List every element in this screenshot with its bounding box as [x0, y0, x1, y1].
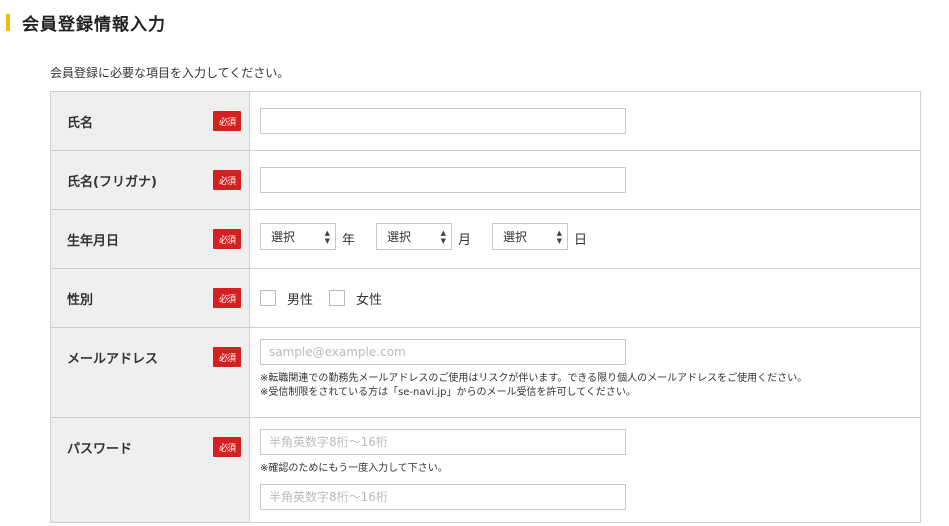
required-badge: 必須: [213, 347, 241, 367]
updown-arrows-icon: ▲ ▼: [324, 229, 330, 245]
name-label: 氏名: [67, 116, 94, 131]
row-birthday: 生年月日 必須 選択 ▲ ▼ 年 選択 ▲ ▼ 月 選択 ▲ ▼ 日: [51, 210, 920, 269]
label-cell: 氏名 必須: [51, 92, 250, 150]
row-name: 氏名 必須: [51, 92, 920, 151]
field-cell: [250, 151, 920, 209]
updown-arrows-icon: ▲ ▼: [556, 229, 562, 245]
birth-month-value: 選択: [387, 230, 412, 244]
field-cell: [250, 92, 920, 150]
row-password: パスワード 必須 ※確認のためにもう一度入力して下さい。: [51, 418, 920, 523]
row-gender: 性別 必須 男性 女性: [51, 269, 920, 328]
field-cell: 選択 ▲ ▼ 年 選択 ▲ ▼ 月 選択 ▲ ▼ 日: [250, 210, 920, 268]
birth-day-value: 選択: [503, 230, 528, 244]
day-unit: 日: [574, 233, 588, 248]
header-accent-bar: [6, 13, 10, 31]
required-badge: 必須: [213, 288, 241, 308]
birthday-label: 生年月日: [67, 234, 120, 249]
female-checkbox[interactable]: [329, 290, 345, 306]
page-title: 会員登録情報入力: [22, 14, 166, 35]
month-unit: 月: [458, 233, 472, 248]
row-kana: 氏名(フリガナ) 必須: [51, 151, 920, 210]
field-cell: ※転職関連での勤務先メールアドレスのご使用はリスクが伴います。できる限り個人のメ…: [250, 328, 920, 417]
kana-label: 氏名(フリガナ): [67, 175, 157, 190]
field-cell: 男性 女性: [250, 269, 920, 327]
email-input[interactable]: [260, 339, 626, 365]
registration-form: 氏名 必須 氏名(フリガナ) 必須 生年月日 必須 選択 ▲ ▼ 年 選択 ▲ …: [50, 91, 921, 523]
label-cell: メールアドレス 必須: [51, 328, 250, 417]
password-input[interactable]: [260, 429, 626, 455]
section-header: 会員登録情報入力: [0, 8, 166, 36]
required-badge: 必須: [213, 111, 241, 131]
male-label[interactable]: 男性: [287, 289, 313, 308]
email-label: メールアドレス: [67, 352, 159, 367]
label-cell: 氏名(フリガナ) 必須: [51, 151, 250, 209]
birth-month-select[interactable]: 選択 ▲ ▼: [376, 223, 452, 250]
label-cell: 生年月日 必須: [51, 210, 250, 268]
female-label[interactable]: 女性: [356, 289, 382, 308]
password-confirm-input[interactable]: [260, 484, 626, 510]
birth-year-value: 選択: [271, 230, 296, 244]
password-label: パスワード: [67, 442, 133, 457]
gender-label: 性別: [67, 293, 94, 308]
year-unit: 年: [342, 233, 356, 248]
email-note-2: ※受信制限をされている方は「se-navi.jp」からのメール受信を許可してくだ…: [260, 387, 636, 398]
field-cell: ※確認のためにもう一度入力して下さい。: [250, 418, 920, 522]
email-note-1: ※転職関連での勤務先メールアドレスのご使用はリスクが伴います。できる限り個人のメ…: [260, 373, 808, 384]
password-confirm-note: ※確認のためにもう一度入力して下さい。: [260, 463, 448, 474]
kana-input[interactable]: [260, 167, 626, 193]
required-badge: 必須: [213, 170, 241, 190]
label-cell: パスワード 必須: [51, 418, 250, 522]
male-checkbox[interactable]: [260, 290, 276, 306]
intro-text: 会員登録に必要な項目を入力してください。: [50, 66, 290, 80]
row-email: メールアドレス 必須 ※転職関連での勤務先メールアドレスのご使用はリスクが伴いま…: [51, 328, 920, 418]
birth-day-select[interactable]: 選択 ▲ ▼: [492, 223, 568, 250]
label-cell: 性別 必須: [51, 269, 250, 327]
required-badge: 必須: [213, 229, 241, 249]
required-badge: 必須: [213, 437, 241, 457]
birth-year-select[interactable]: 選択 ▲ ▼: [260, 223, 336, 250]
name-input[interactable]: [260, 108, 626, 134]
updown-arrows-icon: ▲ ▼: [440, 229, 446, 245]
